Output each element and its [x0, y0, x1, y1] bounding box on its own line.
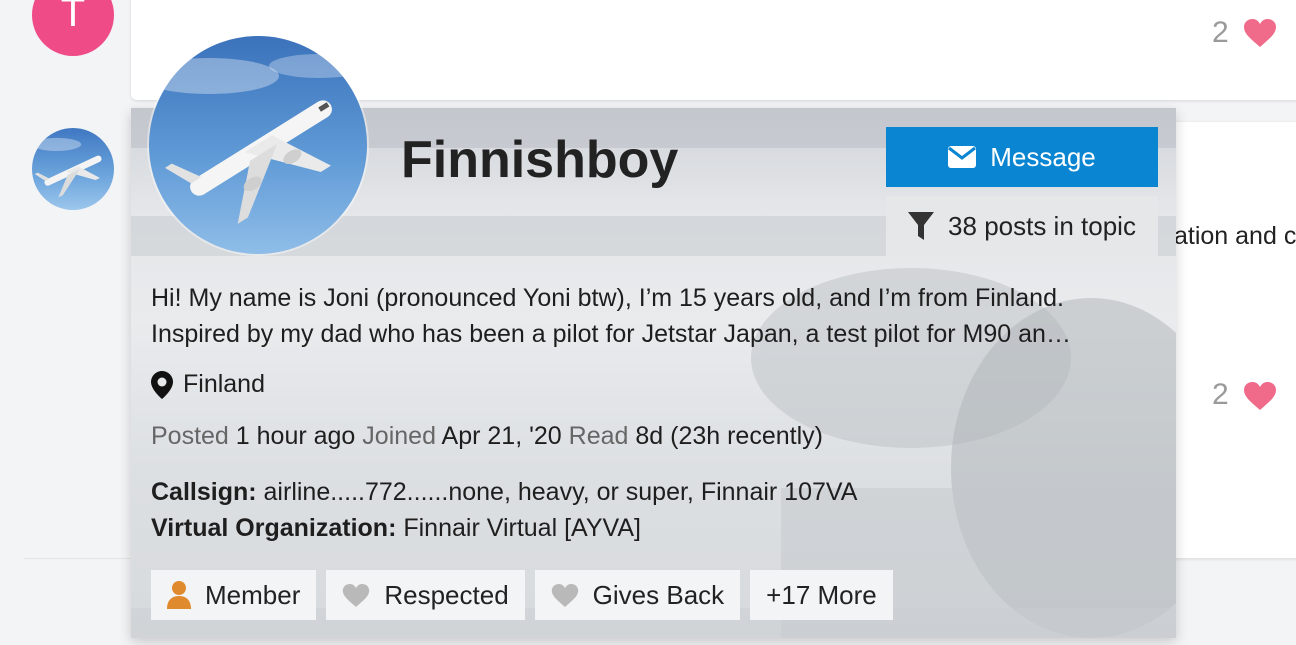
heart-icon[interactable]	[1243, 18, 1277, 48]
user-fields: Callsign: airline.....772......none, hea…	[151, 474, 857, 546]
read-label: Read	[568, 422, 629, 450]
badge-more[interactable]: +17 More	[750, 570, 893, 620]
location-text: Finland	[183, 370, 265, 398]
user-avatar[interactable]	[32, 128, 114, 210]
joined-label: Joined	[362, 422, 436, 450]
user-stats: Posted 1 hour ago Joined Apr 21, '20 Rea…	[151, 422, 823, 451]
field-value: Finnair Virtual [AYVA]	[403, 514, 641, 542]
field-callsign: Callsign: airline.....772......none, hea…	[151, 474, 857, 510]
badge-list: Member Respected Gives Back +17 More	[151, 570, 893, 620]
read-value: 8d (23h recently)	[635, 422, 823, 450]
bio-line: Hi! My name is Joni (pronounced Yoni btw…	[151, 284, 1064, 312]
envelope-icon	[948, 146, 977, 168]
field-virtual-organization: Virtual Organization: Finnair Virtual [A…	[151, 510, 857, 546]
heart-icon[interactable]	[1243, 381, 1277, 411]
badge-respected[interactable]: Respected	[326, 570, 525, 620]
user-card-popup: Finnishboy Message 38 posts in topic Hi!…	[131, 36, 1176, 638]
map-pin-icon	[151, 370, 173, 399]
badge-label: +17 More	[766, 579, 877, 610]
posted-value[interactable]: 1 hour ago	[236, 422, 356, 450]
user-bio: Hi! My name is Joni (pronounced Yoni btw…	[151, 280, 1151, 352]
message-button-label: Message	[990, 141, 1096, 172]
user-avatar[interactable]: T	[32, 0, 114, 56]
like-count: 2	[1212, 378, 1229, 411]
topic-page: T 2 ation and c 2 Finnishboy Message 38 …	[0, 0, 1296, 645]
username[interactable]: Finnishboy	[401, 130, 678, 190]
badge-gives-back[interactable]: Gives Back	[534, 570, 741, 620]
field-value: airline.....772......none, heavy, or sup…	[263, 478, 858, 506]
filter-icon	[908, 212, 935, 240]
badge-label: Respected	[384, 579, 509, 610]
joined-value: Apr 21, '20	[441, 422, 562, 450]
user-location: Finland	[151, 370, 265, 399]
user-icon	[167, 581, 191, 609]
badge-member[interactable]: Member	[151, 570, 317, 620]
field-label: Callsign:	[151, 478, 257, 506]
badge-label: Member	[205, 579, 301, 610]
heart-icon	[551, 583, 578, 607]
posted-label: Posted	[151, 422, 229, 450]
field-label: Virtual Organization:	[151, 514, 397, 542]
message-button[interactable]: Message	[886, 127, 1158, 187]
badge-label: Gives Back	[592, 579, 725, 610]
like-count: 2	[1212, 16, 1229, 49]
post-body-text: ation and c	[1174, 222, 1296, 250]
user-avatar-large[interactable]	[149, 36, 367, 254]
bio-line: Inspired by my dad who has been a pilot …	[151, 320, 1071, 348]
posts-in-topic-button[interactable]: 38 posts in topic	[886, 196, 1158, 256]
heart-icon	[343, 583, 370, 607]
posts-in-topic-label: 38 posts in topic	[948, 210, 1136, 241]
